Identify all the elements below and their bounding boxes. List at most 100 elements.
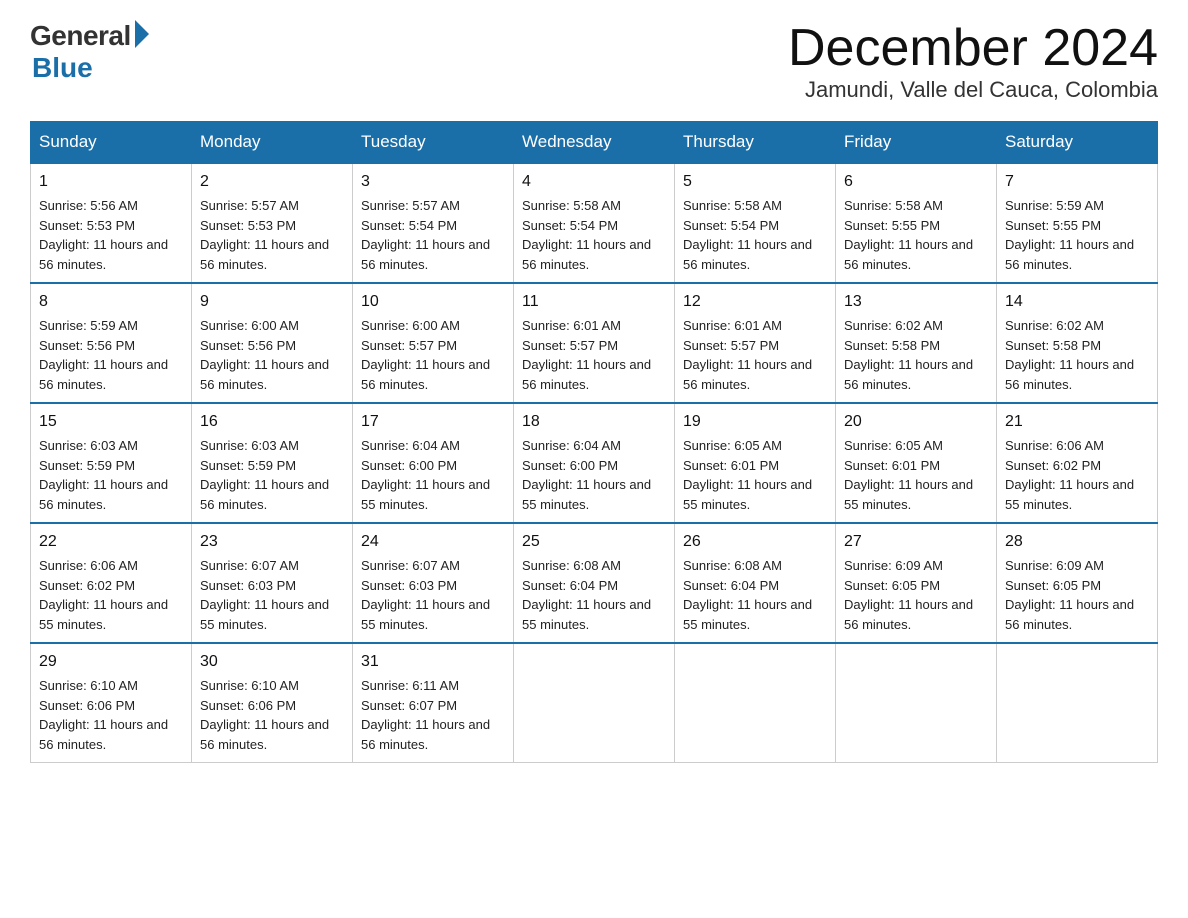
sunrise-text: Sunrise: 5:58 AM [683, 196, 827, 216]
calendar-day-cell: 7Sunrise: 5:59 AMSunset: 5:55 PMDaylight… [997, 163, 1158, 283]
sunrise-text: Sunrise: 6:04 AM [361, 436, 505, 456]
sunrise-text: Sunrise: 5:57 AM [200, 196, 344, 216]
daylight-text: Daylight: 11 hours and 56 minutes. [844, 595, 988, 634]
sunrise-text: Sunrise: 5:58 AM [844, 196, 988, 216]
calendar-day-cell: 30Sunrise: 6:10 AMSunset: 6:06 PMDayligh… [192, 643, 353, 763]
sunrise-text: Sunrise: 6:09 AM [1005, 556, 1149, 576]
sunrise-text: Sunrise: 6:08 AM [522, 556, 666, 576]
logo-arrow-icon [135, 20, 149, 48]
day-number: 21 [1005, 410, 1149, 434]
day-number: 17 [361, 410, 505, 434]
calendar-day-cell: 26Sunrise: 6:08 AMSunset: 6:04 PMDayligh… [675, 523, 836, 643]
daylight-text: Daylight: 11 hours and 56 minutes. [39, 355, 183, 394]
sunrise-text: Sunrise: 6:10 AM [200, 676, 344, 696]
sunset-text: Sunset: 5:57 PM [522, 336, 666, 356]
daylight-text: Daylight: 11 hours and 56 minutes. [522, 235, 666, 274]
calendar-day-cell [675, 643, 836, 763]
calendar-day-cell: 22Sunrise: 6:06 AMSunset: 6:02 PMDayligh… [31, 523, 192, 643]
daylight-text: Daylight: 11 hours and 55 minutes. [200, 595, 344, 634]
calendar-day-cell: 2Sunrise: 5:57 AMSunset: 5:53 PMDaylight… [192, 163, 353, 283]
sunset-text: Sunset: 5:56 PM [200, 336, 344, 356]
day-number: 5 [683, 170, 827, 194]
sunset-text: Sunset: 5:55 PM [1005, 216, 1149, 236]
sunset-text: Sunset: 5:57 PM [683, 336, 827, 356]
day-number: 7 [1005, 170, 1149, 194]
day-number: 13 [844, 290, 988, 314]
calendar-day-cell [997, 643, 1158, 763]
day-number: 23 [200, 530, 344, 554]
calendar-day-cell: 1Sunrise: 5:56 AMSunset: 5:53 PMDaylight… [31, 163, 192, 283]
day-number: 22 [39, 530, 183, 554]
day-number: 16 [200, 410, 344, 434]
sunrise-text: Sunrise: 6:03 AM [39, 436, 183, 456]
day-of-week-header: Sunday [31, 122, 192, 164]
sunrise-text: Sunrise: 6:00 AM [361, 316, 505, 336]
calendar-day-cell: 3Sunrise: 5:57 AMSunset: 5:54 PMDaylight… [353, 163, 514, 283]
day-number: 6 [844, 170, 988, 194]
day-number: 26 [683, 530, 827, 554]
sunset-text: Sunset: 5:59 PM [200, 456, 344, 476]
day-number: 27 [844, 530, 988, 554]
sunrise-text: Sunrise: 6:02 AM [844, 316, 988, 336]
sunset-text: Sunset: 5:53 PM [39, 216, 183, 236]
sunset-text: Sunset: 6:03 PM [361, 576, 505, 596]
calendar-day-cell: 21Sunrise: 6:06 AMSunset: 6:02 PMDayligh… [997, 403, 1158, 523]
sunrise-text: Sunrise: 6:06 AM [39, 556, 183, 576]
sunset-text: Sunset: 5:57 PM [361, 336, 505, 356]
day-number: 14 [1005, 290, 1149, 314]
sunrise-text: Sunrise: 6:02 AM [1005, 316, 1149, 336]
sunrise-text: Sunrise: 6:11 AM [361, 676, 505, 696]
sunset-text: Sunset: 5:58 PM [1005, 336, 1149, 356]
sunrise-text: Sunrise: 5:56 AM [39, 196, 183, 216]
calendar-day-cell: 9Sunrise: 6:00 AMSunset: 5:56 PMDaylight… [192, 283, 353, 403]
daylight-text: Daylight: 11 hours and 56 minutes. [39, 475, 183, 514]
calendar-day-cell: 16Sunrise: 6:03 AMSunset: 5:59 PMDayligh… [192, 403, 353, 523]
sunset-text: Sunset: 6:05 PM [1005, 576, 1149, 596]
sunrise-text: Sunrise: 6:09 AM [844, 556, 988, 576]
sunset-text: Sunset: 5:54 PM [522, 216, 666, 236]
day-of-week-header: Thursday [675, 122, 836, 164]
daylight-text: Daylight: 11 hours and 56 minutes. [844, 355, 988, 394]
calendar-day-cell: 19Sunrise: 6:05 AMSunset: 6:01 PMDayligh… [675, 403, 836, 523]
sunset-text: Sunset: 6:02 PM [39, 576, 183, 596]
calendar-day-cell: 31Sunrise: 6:11 AMSunset: 6:07 PMDayligh… [353, 643, 514, 763]
calendar-day-cell: 18Sunrise: 6:04 AMSunset: 6:00 PMDayligh… [514, 403, 675, 523]
daylight-text: Daylight: 11 hours and 56 minutes. [522, 355, 666, 394]
daylight-text: Daylight: 11 hours and 56 minutes. [200, 475, 344, 514]
daylight-text: Daylight: 11 hours and 56 minutes. [39, 235, 183, 274]
sunset-text: Sunset: 6:00 PM [522, 456, 666, 476]
sunrise-text: Sunrise: 5:59 AM [1005, 196, 1149, 216]
sunrise-text: Sunrise: 6:07 AM [361, 556, 505, 576]
calendar-week-row: 22Sunrise: 6:06 AMSunset: 6:02 PMDayligh… [31, 523, 1158, 643]
sunset-text: Sunset: 5:56 PM [39, 336, 183, 356]
day-number: 18 [522, 410, 666, 434]
calendar-day-cell: 14Sunrise: 6:02 AMSunset: 5:58 PMDayligh… [997, 283, 1158, 403]
calendar-table: SundayMondayTuesdayWednesdayThursdayFrid… [30, 121, 1158, 763]
calendar-day-cell: 10Sunrise: 6:00 AMSunset: 5:57 PMDayligh… [353, 283, 514, 403]
day-number: 24 [361, 530, 505, 554]
sunrise-text: Sunrise: 6:00 AM [200, 316, 344, 336]
sunset-text: Sunset: 6:06 PM [39, 696, 183, 716]
calendar-day-cell: 25Sunrise: 6:08 AMSunset: 6:04 PMDayligh… [514, 523, 675, 643]
calendar-header-row: SundayMondayTuesdayWednesdayThursdayFrid… [31, 122, 1158, 164]
sunset-text: Sunset: 6:04 PM [522, 576, 666, 596]
daylight-text: Daylight: 11 hours and 56 minutes. [361, 235, 505, 274]
calendar-day-cell [514, 643, 675, 763]
location-title: Jamundi, Valle del Cauca, Colombia [788, 77, 1158, 103]
day-number: 30 [200, 650, 344, 674]
sunset-text: Sunset: 5:55 PM [844, 216, 988, 236]
sunset-text: Sunset: 6:01 PM [683, 456, 827, 476]
sunset-text: Sunset: 6:02 PM [1005, 456, 1149, 476]
sunset-text: Sunset: 5:58 PM [844, 336, 988, 356]
day-of-week-header: Friday [836, 122, 997, 164]
day-number: 12 [683, 290, 827, 314]
daylight-text: Daylight: 11 hours and 55 minutes. [39, 595, 183, 634]
day-number: 15 [39, 410, 183, 434]
calendar-day-cell: 24Sunrise: 6:07 AMSunset: 6:03 PMDayligh… [353, 523, 514, 643]
sunrise-text: Sunrise: 6:06 AM [1005, 436, 1149, 456]
day-number: 2 [200, 170, 344, 194]
logo-blue-text: Blue [32, 52, 93, 84]
calendar-day-cell: 8Sunrise: 5:59 AMSunset: 5:56 PMDaylight… [31, 283, 192, 403]
calendar-day-cell: 4Sunrise: 5:58 AMSunset: 5:54 PMDaylight… [514, 163, 675, 283]
sunrise-text: Sunrise: 6:01 AM [683, 316, 827, 336]
